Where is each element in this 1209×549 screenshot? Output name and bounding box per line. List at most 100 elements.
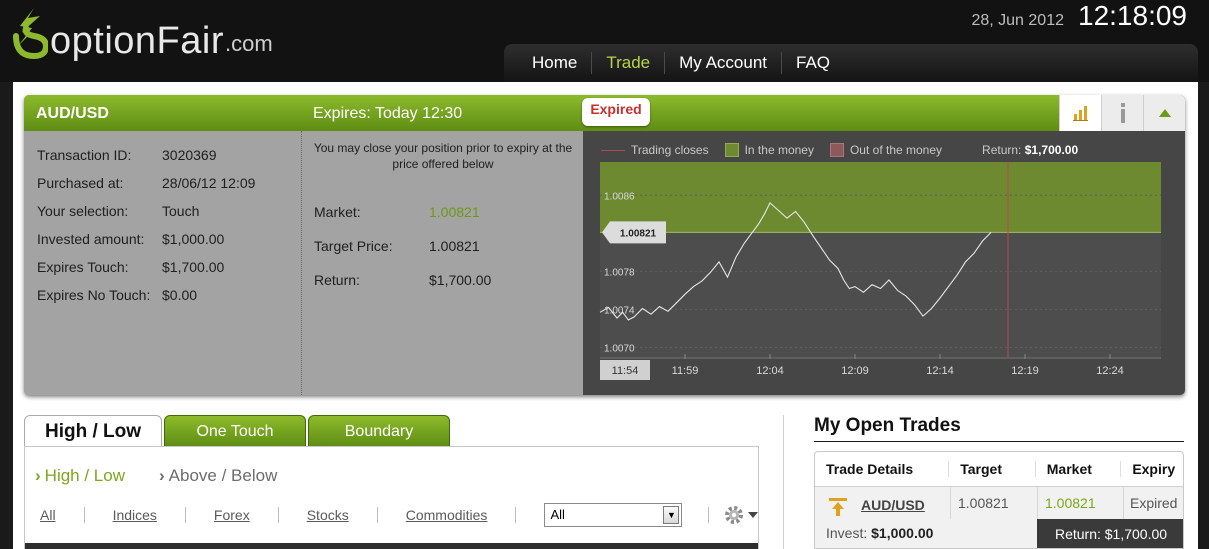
target-label: Target Price: [314,238,393,254]
close-note: You may close your position prior to exp… [313,141,573,171]
x-tick-label: 12:09 [841,365,869,377]
nav-faq[interactable]: FAQ [782,52,844,74]
details-view-button[interactable] [1101,95,1143,131]
detail-selection: Touch [162,203,200,219]
filter-stocks[interactable]: Stocks [307,507,349,523]
trade-details: Transaction ID: 3020369 Purchased at: 28… [24,131,301,395]
target-price-tag: 1.00821 [602,221,666,244]
target-tag-label: 1.00821 [620,228,657,239]
nav-my-account[interactable]: My Account [665,52,783,74]
asset-select-value: All [550,507,565,522]
detail-label: Expires Touch: [37,259,129,275]
y-tick-label: 1.0070 [604,343,635,354]
trade-invest: Invest: $1,000.00 [826,525,933,541]
target-value: 1.00821 [429,238,480,254]
chevron-right-icon: › [159,466,165,485]
chevron-right-icon: › [35,466,41,485]
filter-all[interactable]: All [40,507,56,523]
trade-panel-header: AUD/USD Expires: Today 12:30 Expired [24,95,1185,131]
detail-label: Transaction ID: [37,147,132,163]
collapse-icon [1158,109,1171,117]
collapse-panel-button[interactable] [1143,95,1185,131]
brand-logo[interactable]: optionFair .com [12,4,273,60]
x-tick-label: 11:54 [612,365,639,377]
option-subtabs: › High / Low › Above / Below [35,466,311,486]
table-row[interactable]: AUD/USD Invest: $1,000.00 1.00821 1.0082… [815,486,1183,548]
filter-indices[interactable]: Indices [113,507,157,523]
settings-menu-button[interactable] [723,504,759,526]
column-divider [1037,487,1038,519]
filter-divider [708,507,710,523]
trade-expiry: Expired [1130,495,1178,511]
tab-boundary[interactable]: Boundary [308,415,450,447]
gear-icon [725,506,744,524]
status-badge: Expired [582,98,650,126]
y-tick-label: 1.0086 [604,191,635,202]
open-trades: My Open Trades Trade Details Target Mark… [814,415,1184,549]
brand-name: optionFair [50,20,224,62]
invest-value: $1,000.00 [871,525,934,541]
x-tick-label: 12:04 [756,365,784,377]
market-value: 1.00821 [429,204,480,220]
filter-divider [376,507,378,523]
filter-divider [515,507,517,523]
asset-filters: All Indices Forex Stocks Commodities All… [40,503,759,527]
close-position-info: You may close your position prior to exp… [301,131,583,395]
info-icon [1120,103,1125,123]
detail-invested: $1,000.00 [162,231,225,247]
column-divider [1123,487,1124,519]
tab-high-low[interactable]: High / Low [24,415,162,447]
filter-divider [277,507,279,523]
bar-chart-icon [1072,106,1088,121]
filter-forex[interactable]: Forex [214,507,250,523]
filter-divider [184,507,186,523]
trade-panel: AUD/USD Expires: Today 12:30 Expired Tra… [24,95,1185,395]
detail-label: Your selection: [37,203,129,219]
column-divider [950,487,951,519]
detail-label: Invested amount: [37,231,145,247]
x-tick-label: 12:19 [1011,365,1039,377]
title-rule [814,441,1184,442]
site-header: optionFair .com 28, Jun 2012 12:18:09 Ho… [0,0,1209,82]
main-content: AUD/USD Expires: Today 12:30 Expired Tra… [13,82,1198,549]
detail-label: Expires No Touch: [37,287,151,303]
detail-purchased-at: 28/06/12 12:09 [162,175,256,191]
assets-table-header [25,543,758,549]
subtab-above-below-label: Above / Below [168,466,278,485]
trade-pair-link[interactable]: AUD/USD [861,497,925,513]
dropdown-arrow-icon[interactable]: ▼ [663,506,680,524]
current-date: 28, Jun 2012 [971,12,1064,29]
detail-expires-touch: $1,700.00 [162,259,225,275]
filter-commodities[interactable]: Commodities [406,507,488,523]
option-tab-panel: › High / Low › Above / Below All Indices F… [24,446,759,549]
panel-tools [1059,95,1185,131]
col-target: Target [949,461,1036,477]
trade-options: High / Low One Touch Boundary › High / Lo… [24,415,759,549]
y-tick-label: 1.0078 [604,267,635,278]
asset-select[interactable]: All ▼ [544,503,683,527]
subtab-high-low-label: High / Low [44,466,125,485]
chart-plot: 1.00701.00741.00781.008611:54 11:59 12:04 1… [599,162,1161,380]
chart-view-button[interactable] [1059,95,1101,131]
trade-pair: AUD/USD [36,105,109,122]
col-trade-details: Trade Details [815,461,950,477]
detail-expires-no-touch: $0.00 [162,287,198,303]
subtab-high-low[interactable]: › High / Low [35,466,125,486]
filter-divider [83,507,85,523]
x-tick-label: 11:59 [672,365,699,377]
open-trades-header: Trade Details Target Market Expiry [815,452,1183,486]
return-label: Return: [314,272,360,288]
col-market: Market [1036,461,1122,477]
tab-one-touch[interactable]: One Touch [164,415,306,447]
x-tick-label: 12:24 [1096,365,1124,377]
trade-expires: Expires: Today 12:30 [313,105,463,122]
nav-trade[interactable]: Trade [592,52,666,74]
detail-transaction-id: 3020369 [162,147,217,163]
caret-down-icon [748,512,759,518]
subtab-above-below[interactable]: › Above / Below [159,466,277,486]
logo-s-icon [13,8,48,60]
datetime-display: 28, Jun 2012 12:18:09 [971,0,1187,32]
nav-home[interactable]: Home [518,52,593,74]
market-label: Market: [314,204,361,220]
in-money-zone [600,162,1161,233]
